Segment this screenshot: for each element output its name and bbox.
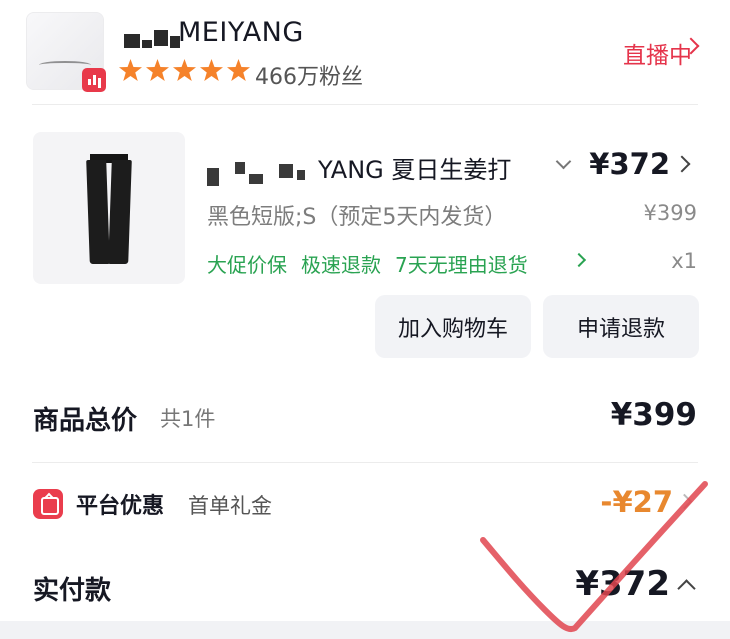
add-to-cart-button[interactable]: 加入购物车 <box>375 295 531 358</box>
star-icon <box>146 59 169 81</box>
chevron-right-icon[interactable] <box>673 155 691 173</box>
star-icon <box>173 59 196 81</box>
star-icon <box>227 59 250 81</box>
star-icon <box>200 59 223 81</box>
chevron-down-icon[interactable] <box>555 153 572 170</box>
store-name-redacted <box>124 26 180 50</box>
total-count: 共1件 <box>160 407 216 431</box>
total-price: ¥399 <box>610 397 697 433</box>
shop-badge-icon <box>82 68 106 92</box>
pants-image <box>86 154 132 264</box>
service-fast-refund: 极速退款 <box>301 253 381 277</box>
chevron-up-icon[interactable] <box>677 579 696 598</box>
apply-refund-button[interactable]: 申请退款 <box>543 295 699 358</box>
service-tags[interactable]: 大促价保 极速退款 7天无理由退货 <box>207 249 528 278</box>
avatar-logo <box>39 61 91 69</box>
product-title[interactable]: YANG 夏日生姜打 <box>318 150 542 185</box>
product-quantity: x1 <box>671 249 697 273</box>
paid-label: 实付款 <box>33 576 112 606</box>
discount-type: 首单礼金 <box>188 494 272 518</box>
store-header[interactable]: MEIYANG 466万粉丝 直播中 <box>0 0 730 104</box>
total-label: 商品总价 <box>33 406 138 436</box>
chevron-right-icon[interactable] <box>571 252 587 268</box>
paid-price: ¥372 <box>575 564 670 604</box>
service-7day-return: 7天无理由退货 <box>395 253 528 277</box>
live-link[interactable]: 直播中 <box>623 36 692 70</box>
store-fans: 466万粉丝 <box>255 65 363 90</box>
product-thumbnail[interactable] <box>33 132 185 284</box>
star-icon <box>119 59 142 81</box>
divider <box>32 462 698 463</box>
product-title-redacted <box>207 160 307 188</box>
discount-label: 平台优惠 <box>76 494 165 519</box>
product-original-price: ¥399 <box>643 201 697 225</box>
store-rating <box>118 58 251 83</box>
store-name[interactable]: MEIYANG <box>178 17 304 48</box>
discount-value: -¥27 <box>600 485 673 519</box>
coupon-icon <box>33 489 63 519</box>
divider <box>32 104 698 105</box>
service-price-protect: 大促价保 <box>207 253 287 277</box>
chevron-right-icon[interactable] <box>676 493 693 510</box>
product-sku: 黑色短版;S（预定5天内发货） <box>207 205 507 230</box>
bottom-bar <box>0 621 730 639</box>
product-price: ¥372 <box>589 147 670 181</box>
